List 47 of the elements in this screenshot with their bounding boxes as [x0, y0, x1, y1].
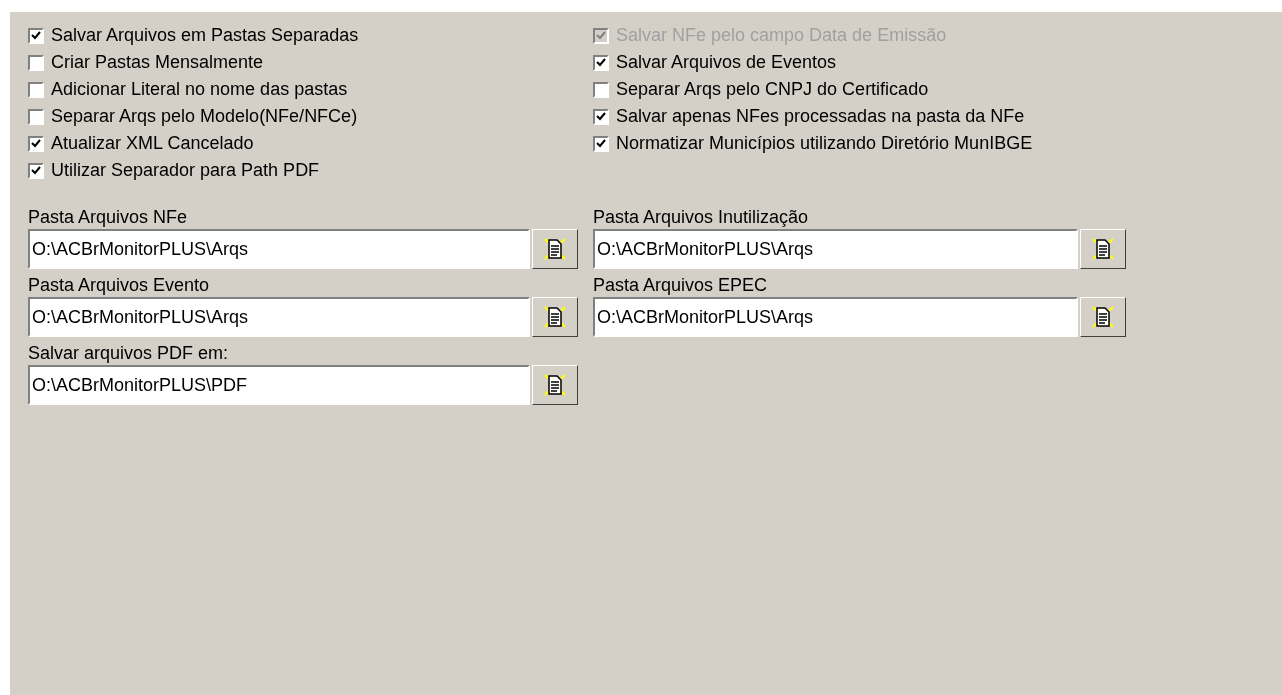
document-icon: [543, 236, 567, 262]
checkmark-icon: [596, 139, 606, 148]
checkmark-icon: [31, 139, 41, 148]
checkbox[interactable]: [28, 27, 44, 44]
document-icon: [543, 304, 567, 330]
document-icon: [1091, 304, 1115, 330]
checkbox-label: Normatizar Municípios utilizando Diretório MunIBGE: [616, 132, 1033, 155]
browse-button[interactable]: [532, 229, 578, 269]
checkbox-label: Criar Pastas Mensalmente: [51, 51, 264, 74]
folder-path-field[interactable]: O:\ACBrMonitorPLUS\Arqs: [593, 297, 1078, 337]
checkbox[interactable]: [28, 81, 44, 98]
folder-path-field[interactable]: O:\ACBrMonitorPLUS\Arqs: [28, 297, 530, 337]
checkmark-icon: [596, 112, 606, 121]
checkbox-label: Salvar Arquivos de Eventos: [616, 51, 837, 74]
document-icon: [543, 372, 567, 398]
checkbox[interactable]: [28, 54, 44, 71]
checkbox[interactable]: [593, 135, 609, 152]
checkbox[interactable]: [28, 162, 44, 179]
checkbox[interactable]: [28, 108, 44, 125]
checkbox[interactable]: [28, 135, 44, 152]
checkbox-label: Separar Arqs pelo CNPJ do Certificado: [616, 78, 929, 101]
field-label: Pasta Arquivos NFe: [28, 206, 189, 229]
checkmark-icon: [31, 31, 41, 40]
checkmark-icon: [596, 31, 606, 40]
checkbox-label: Separar Arqs pelo Modelo(NFe/NFCe): [51, 105, 358, 128]
document-icon: [1091, 236, 1115, 262]
checkbox-label: Utilizar Separador para Path PDF: [51, 159, 320, 182]
browse-button[interactable]: [1080, 297, 1126, 337]
field-label: Salvar arquivos PDF em:: [28, 342, 230, 365]
checkbox-label: Salvar Arquivos em Pastas Separadas: [51, 24, 359, 47]
checkmark-icon: [596, 58, 606, 67]
field-label: Pasta Arquivos Inutilização: [593, 206, 810, 229]
folder-path-field[interactable]: O:\ACBrMonitorPLUS\Arqs: [28, 229, 530, 269]
checkmark-icon: [31, 166, 41, 175]
folder-path-field[interactable]: O:\ACBrMonitorPLUS\PDF: [28, 365, 530, 405]
checkbox-label: Adicionar Literal no nome das pastas: [51, 78, 348, 101]
checkbox-label: Salvar apenas NFes processadas na pasta da NFe: [616, 105, 1025, 128]
field-label: Pasta Arquivos EPEC: [593, 274, 769, 297]
browse-button[interactable]: [532, 365, 578, 405]
checkbox-label: Atualizar XML Cancelado: [51, 132, 254, 155]
checkbox[interactable]: [593, 54, 609, 71]
checkbox[interactable]: [593, 108, 609, 125]
checkbox[interactable]: [593, 81, 609, 98]
browse-button[interactable]: [532, 297, 578, 337]
browse-button[interactable]: [1080, 229, 1126, 269]
field-label: Pasta Arquivos Evento: [28, 274, 211, 297]
folder-path-field[interactable]: O:\ACBrMonitorPLUS\Arqs: [593, 229, 1078, 269]
